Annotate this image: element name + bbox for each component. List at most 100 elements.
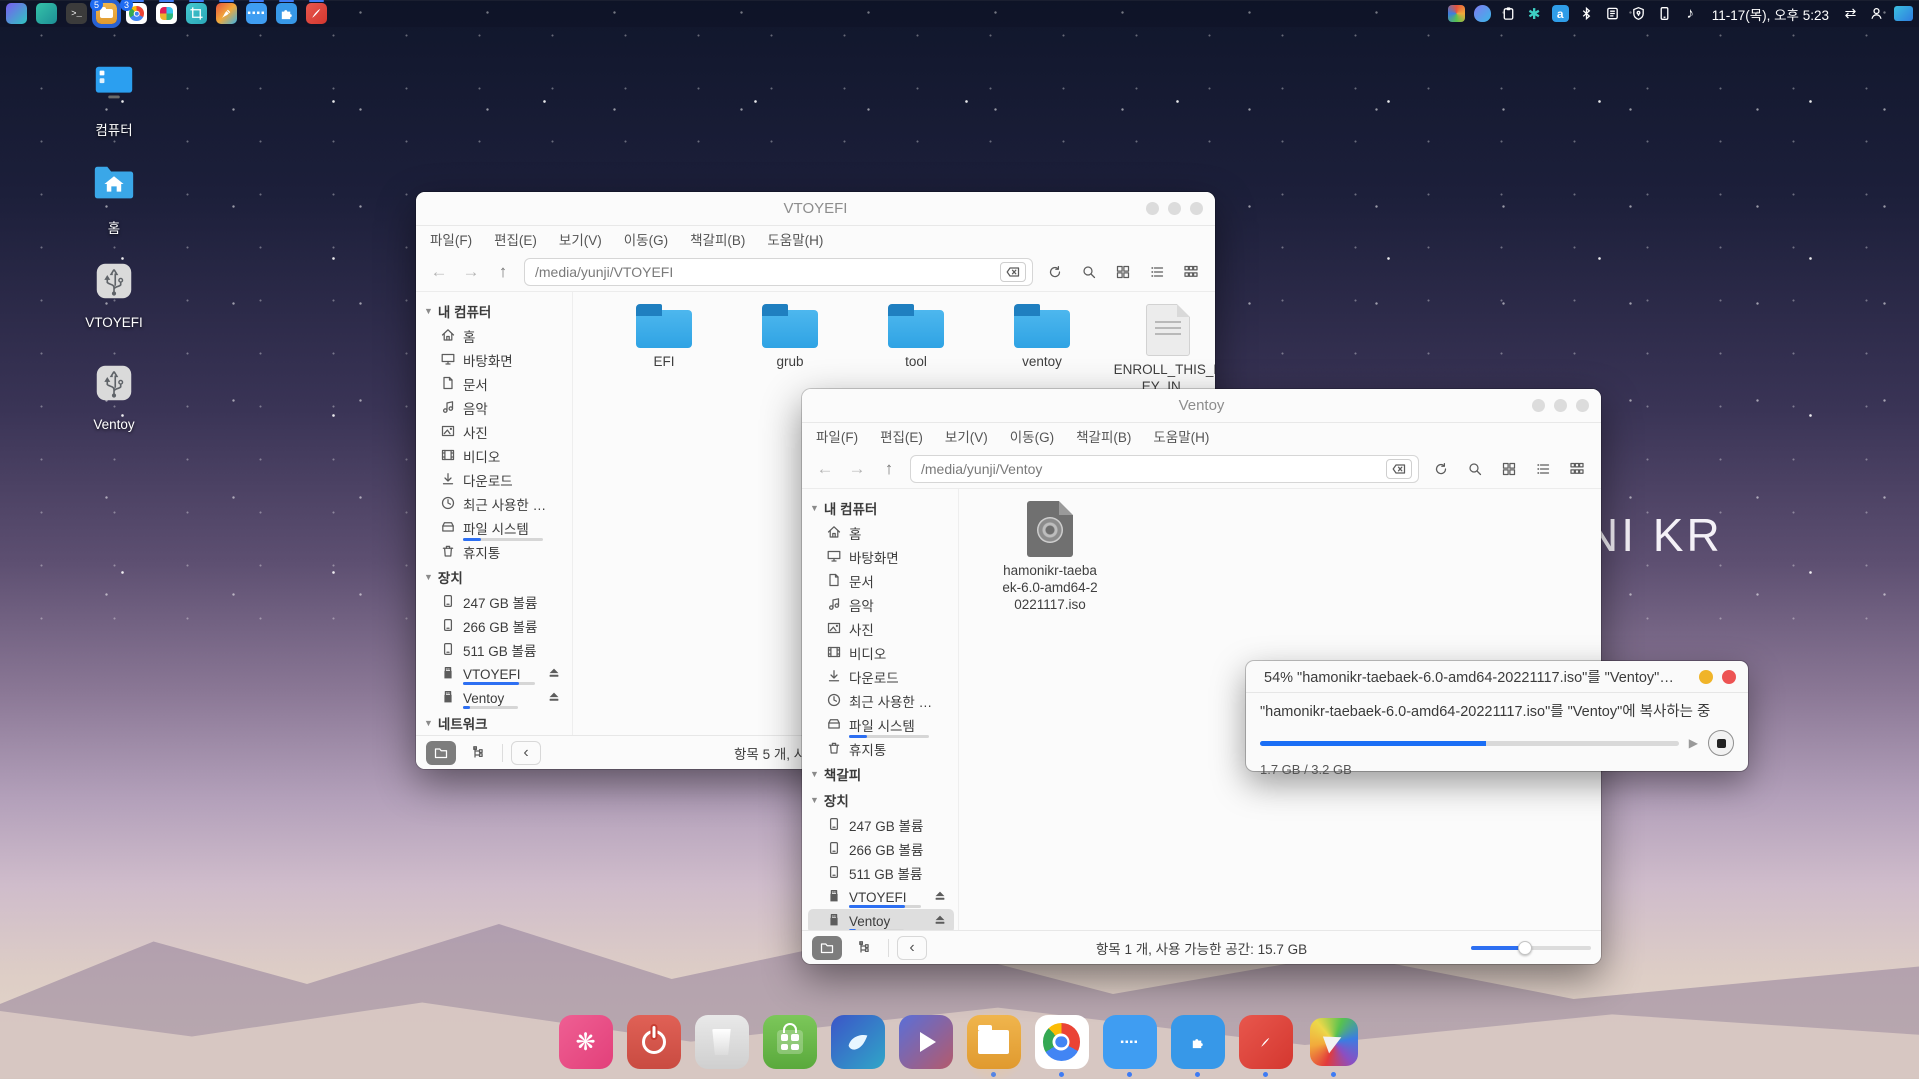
tray-swap-icon[interactable]: ⇄ <box>1842 5 1859 22</box>
panel-icon-whale-app[interactable] <box>36 3 57 24</box>
panel-icon-files[interactable]: 5 <box>96 3 117 24</box>
file-item-EFI[interactable]: EFI <box>609 304 719 371</box>
sidebar-section-내 컴퓨터[interactable]: ▼내 컴퓨터 <box>422 298 568 324</box>
sidebar-item-247 GB 볼륨[interactable]: 247 GB 볼륨 <box>808 813 954 837</box>
sidebar-item-바탕화면[interactable]: 바탕화면 <box>808 545 954 569</box>
menu-보기(V)[interactable]: 보기(V) <box>559 229 602 249</box>
sidebar-section-책갈피[interactable]: ▼책갈피 <box>808 761 954 787</box>
sidebar-item-Ventoy[interactable]: Ventoy <box>808 909 954 930</box>
dock-icon-plugin-puzzle[interactable] <box>1171 1015 1225 1077</box>
tray-notes-icon[interactable] <box>1604 5 1621 22</box>
close-button[interactable] <box>1576 399 1589 412</box>
sidebar-item-최근 사용한 …[interactable]: 최근 사용한 … <box>422 492 568 516</box>
tray-shield-icon[interactable] <box>1630 5 1647 22</box>
search-icon[interactable] <box>1077 260 1101 284</box>
path-bar[interactable]: /media/yunji/Ventoy <box>910 455 1419 483</box>
list-view-icon[interactable] <box>1531 457 1555 481</box>
clear-path-icon[interactable] <box>1000 262 1026 282</box>
minimize-button[interactable] <box>1146 202 1159 215</box>
dock-icon-software-center[interactable] <box>763 1015 817 1077</box>
dock-icon-pinwheel[interactable]: ❋ <box>559 1015 613 1077</box>
tray-butterfly-icon[interactable] <box>1474 5 1491 22</box>
forward-button[interactable]: → <box>460 262 482 282</box>
sidebar-item-비디오[interactable]: 비디오 <box>808 641 954 665</box>
compact-view-icon[interactable] <box>1179 260 1203 284</box>
sidebar-item-문서[interactable]: 문서 <box>422 372 568 396</box>
titlebar[interactable]: Ventoy <box>802 389 1601 423</box>
file-item-ENROLL_THIS_KEY_IN…[interactable]: ENROLL_THIS_KEY_IN… <box>1113 304 1215 396</box>
eject-icon[interactable] <box>932 912 948 931</box>
sidebar-section-장치[interactable]: ▼장치 <box>808 787 954 813</box>
menu-파일(F)[interactable]: 파일(F) <box>430 229 472 249</box>
path-bar[interactable]: /media/yunji/VTOYEFI <box>524 258 1033 286</box>
sidebar-item-VTOYEFI[interactable]: VTOYEFI <box>422 662 568 686</box>
search-icon[interactable] <box>1463 457 1487 481</box>
panel-icon-chrome[interactable]: 3 <box>126 3 147 24</box>
menu-이동(G)[interactable]: 이동(G) <box>624 229 668 249</box>
list-view-icon[interactable] <box>1145 260 1169 284</box>
refresh-icon[interactable] <box>1043 260 1067 284</box>
file-item-hamonikr-taebaek-6.0-amd64-20221117.iso[interactable]: hamonikr-taebaek-6.0-amd64-20221117.iso <box>995 501 1105 614</box>
dialog-close-button[interactable] <box>1722 670 1736 684</box>
sidebar-section-네트워크[interactable]: ▼네트워크 <box>422 710 568 735</box>
menu-편집(E)[interactable]: 편집(E) <box>494 229 537 249</box>
tray-asterisk-icon[interactable]: ✱ <box>1526 5 1543 22</box>
clear-path-icon[interactable] <box>1386 459 1412 479</box>
tray-bluetooth-icon[interactable] <box>1578 5 1595 22</box>
sidebar-item-파일 시스템[interactable]: 파일 시스템 <box>422 516 568 540</box>
sidebar-item-266 GB 볼륨[interactable]: 266 GB 볼륨 <box>422 614 568 638</box>
stop-copy-button[interactable] <box>1708 730 1734 756</box>
file-item-grub[interactable]: grub <box>735 304 845 371</box>
menu-보기(V)[interactable]: 보기(V) <box>945 426 988 446</box>
clock[interactable]: 11-17(목), 오후 5:23 <box>1712 4 1829 24</box>
panel-icon-slack[interactable] <box>156 3 177 24</box>
menu-책갈피(B)[interactable]: 책갈피(B) <box>1076 426 1131 446</box>
sidebar-item-247 GB 볼륨[interactable]: 247 GB 볼륨 <box>422 590 568 614</box>
tray-ime-a-icon[interactable]: a <box>1552 5 1569 22</box>
collapse-sidebar-button[interactable]: ‹ <box>897 936 927 960</box>
tray-music-icon[interactable]: ♪ <box>1682 5 1699 22</box>
dialog-titlebar[interactable]: 54% "hamonikr-taebaek-6.0-amd64-20221117… <box>1246 661 1748 693</box>
dock-icon-chrome[interactable] <box>1035 1015 1089 1077</box>
back-button[interactable]: ← <box>428 262 450 282</box>
compact-view-icon[interactable] <box>1565 457 1589 481</box>
tray-user-icon[interactable] <box>1868 5 1885 22</box>
sidebar-item-휴지통[interactable]: 휴지통 <box>808 737 954 761</box>
sidebar-item-다운로드[interactable]: 다운로드 <box>422 468 568 492</box>
icon-view-toggle[interactable] <box>426 741 456 765</box>
zoom-slider[interactable] <box>1471 946 1591 950</box>
grid-view-icon[interactable] <box>1111 260 1135 284</box>
sidebar-item-홈[interactable]: 홈 <box>808 521 954 545</box>
tree-view-toggle[interactable] <box>464 741 494 765</box>
file-item-ventoy[interactable]: ventoy <box>987 304 1097 371</box>
menu-이동(G)[interactable]: 이동(G) <box>1010 426 1054 446</box>
desktop-icon-홈[interactable]: 홈 <box>71 160 157 237</box>
sidebar-item-홈[interactable]: 홈 <box>422 324 568 348</box>
panel-icon-terminal[interactable]: >_ <box>66 3 87 24</box>
sidebar-item-511 GB 볼륨[interactable]: 511 GB 볼륨 <box>808 861 954 885</box>
dialog-minimize-button[interactable] <box>1699 670 1713 684</box>
sidebar-item-휴지통[interactable]: 휴지통 <box>422 540 568 564</box>
menu-파일(F)[interactable]: 파일(F) <box>816 426 858 446</box>
desktop-icon-Ventoy[interactable]: Ventoy <box>71 360 157 432</box>
panel-icon-pencil-red[interactable] <box>306 3 327 24</box>
dock-icon-whale[interactable] <box>831 1015 885 1077</box>
forward-button[interactable]: → <box>846 459 868 479</box>
sidebar-item-문서[interactable]: 문서 <box>808 569 954 593</box>
icon-view-toggle[interactable] <box>812 936 842 960</box>
panel-icon-crop-tool[interactable] <box>186 3 207 24</box>
collapse-sidebar-button[interactable]: ‹ <box>511 741 541 765</box>
sidebar-item-파일 시스템[interactable]: 파일 시스템 <box>808 713 954 737</box>
minimize-button[interactable] <box>1532 399 1545 412</box>
grid-view-icon[interactable] <box>1497 457 1521 481</box>
tree-view-toggle[interactable] <box>850 936 880 960</box>
sidebar-item-사진[interactable]: 사진 <box>808 617 954 641</box>
refresh-icon[interactable] <box>1429 457 1453 481</box>
up-button[interactable]: ↑ <box>878 459 900 479</box>
dock-icon-editor-pencil[interactable] <box>1239 1015 1293 1077</box>
sidebar-item-사진[interactable]: 사진 <box>422 420 568 444</box>
titlebar[interactable]: VTOYEFI <box>416 192 1215 226</box>
file-item-tool[interactable]: tool <box>861 304 971 371</box>
panel-icon-paint-tool[interactable] <box>216 3 237 24</box>
panel-icon-messenger-dots[interactable]: ▪▪▪▪ <box>246 3 267 24</box>
